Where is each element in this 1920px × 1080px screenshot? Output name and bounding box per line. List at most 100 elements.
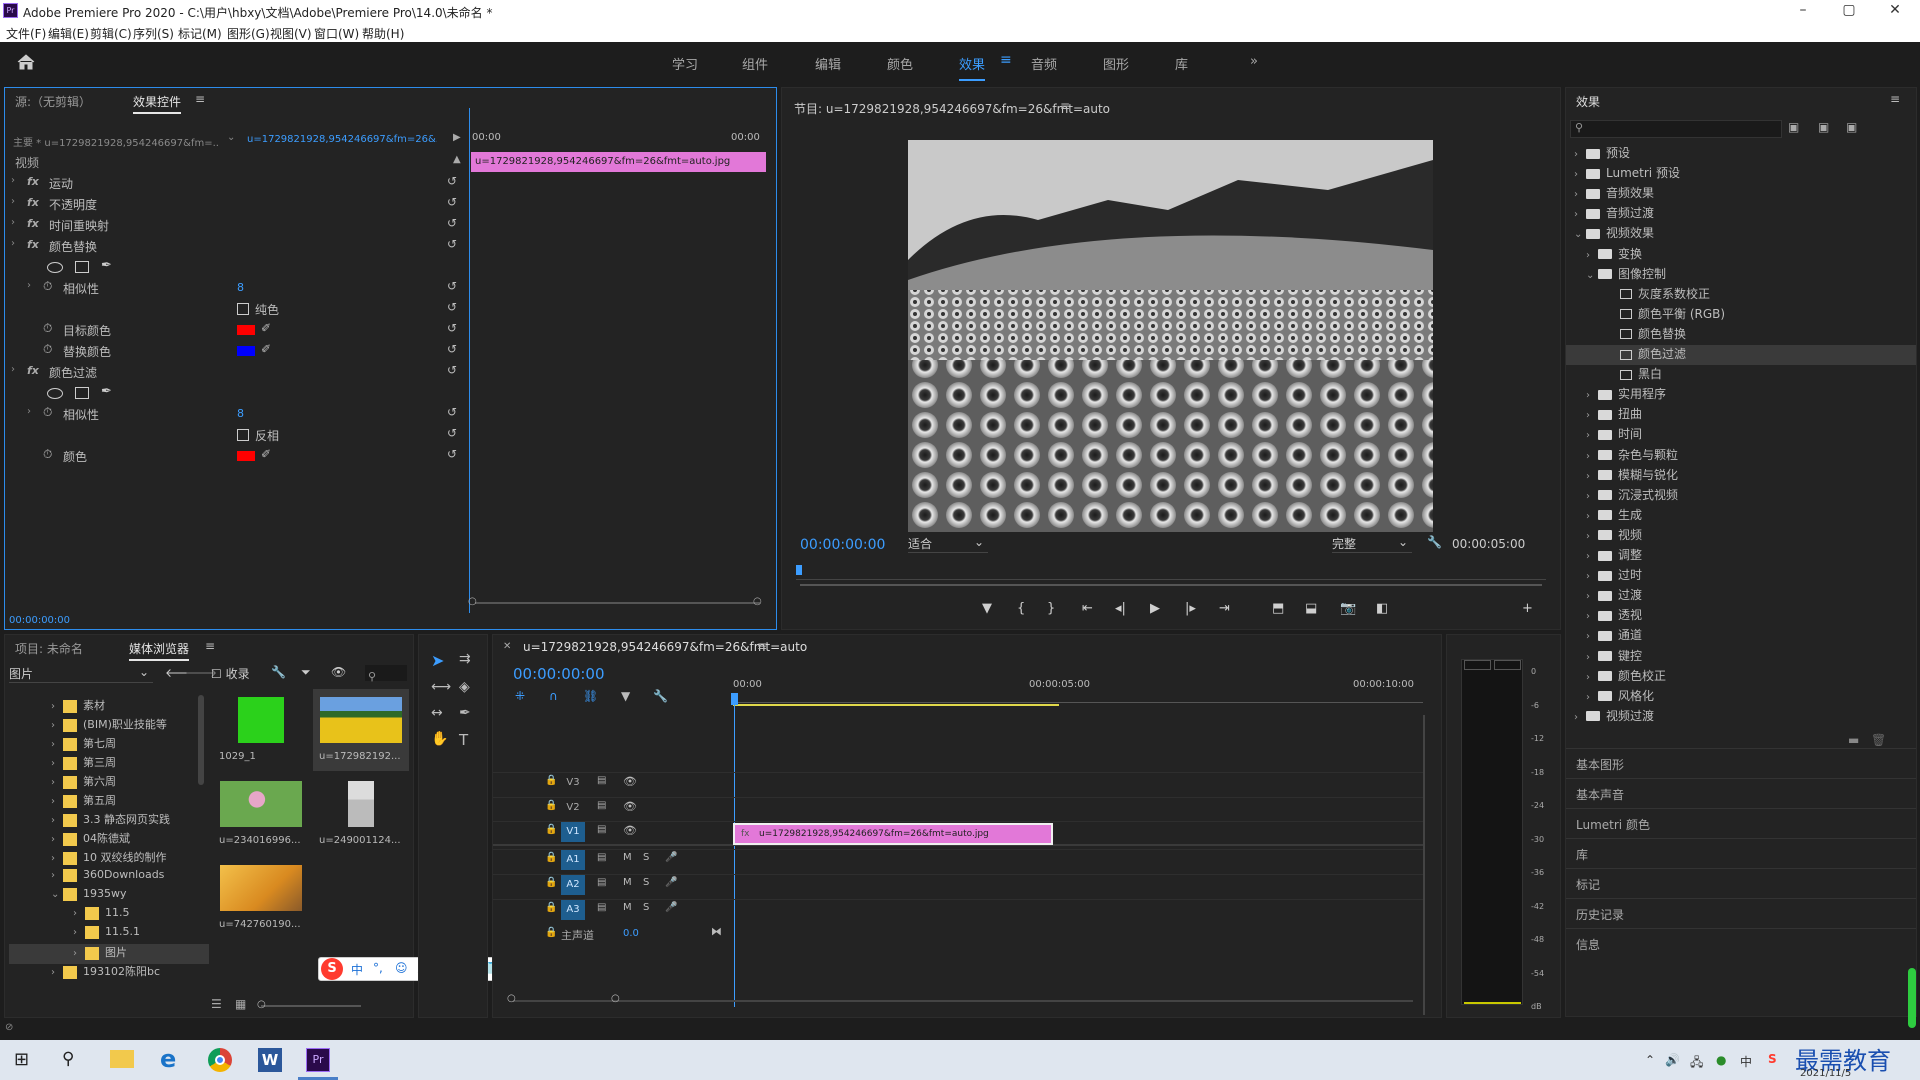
32bit-effects-icon[interactable]: ▣ bbox=[1818, 120, 1829, 134]
wrench-icon[interactable]: 🔧 bbox=[1427, 535, 1442, 549]
close-sequence-icon[interactable]: ✕ bbox=[503, 641, 511, 652]
sogou-ime-icon[interactable]: S bbox=[321, 958, 343, 980]
effects-tree-item[interactable]: › 杂色与颗粒 bbox=[1566, 446, 1916, 466]
extract-icon[interactable]: ⬓ bbox=[1305, 601, 1317, 616]
media-folder-item[interactable]: › 图片 bbox=[9, 944, 209, 964]
rectangle-mask-icon[interactable] bbox=[75, 387, 89, 399]
search-icon[interactable]: ⚲ bbox=[62, 1049, 74, 1069]
effects-tree-item[interactable]: › 时间 bbox=[1566, 425, 1916, 445]
eye-icon[interactable]: 👁 bbox=[623, 775, 637, 788]
media-folder-item[interactable]: › 第三周 bbox=[9, 754, 209, 774]
track-target[interactable]: V2 bbox=[561, 798, 585, 818]
tray-chevron-up-icon[interactable]: ⌃ bbox=[1645, 1053, 1655, 1067]
workspace-tab[interactable]: 音频 bbox=[1031, 54, 1057, 73]
comparison-view-icon[interactable]: ◧ bbox=[1376, 601, 1388, 616]
reset-icon[interactable]: ↺ bbox=[447, 174, 457, 188]
ec-timecode[interactable]: 00:00:00:00 bbox=[9, 615, 70, 626]
workspace-tab[interactable]: 库 bbox=[1175, 54, 1188, 73]
effects-tree-item[interactable]: › 视频 bbox=[1566, 526, 1916, 546]
menu-item[interactable]: 标记(M) bbox=[178, 25, 222, 42]
reset-icon[interactable]: ↺ bbox=[447, 237, 457, 251]
media-thumbnail[interactable]: u=172982192... bbox=[313, 689, 409, 771]
close-icon[interactable]: ✕ bbox=[1880, 2, 1910, 18]
zoom-handle-left[interactable]: ○ bbox=[468, 596, 477, 607]
wrench-icon[interactable]: 🔧 bbox=[271, 665, 286, 679]
tab-effect-controls[interactable]: 效果控件 bbox=[133, 93, 182, 114]
premiere-taskbar-icon[interactable]: Pr bbox=[306, 1048, 330, 1072]
panel-section[interactable]: 标记 bbox=[1576, 876, 1600, 893]
program-scrollbar[interactable] bbox=[800, 584, 1542, 586]
expand-arrow-icon[interactable]: › bbox=[11, 238, 15, 249]
trash-icon[interactable]: 🗑 bbox=[1871, 733, 1886, 747]
media-folder-item[interactable]: › 193102陈阳bc bbox=[9, 963, 209, 983]
reset-icon[interactable]: ↺ bbox=[447, 342, 457, 356]
fx-icon[interactable]: fx bbox=[27, 217, 39, 230]
chevron-down-icon[interactable]: ⌄ bbox=[227, 132, 235, 143]
effects-tree-item[interactable]: › 模糊与锐化 bbox=[1566, 466, 1916, 486]
view-eye-icon[interactable]: 👁 bbox=[331, 665, 346, 679]
effects-tree-item[interactable]: › 实用程序 bbox=[1566, 385, 1916, 405]
timeline-ruler[interactable] bbox=[733, 693, 1423, 703]
lock-icon[interactable]: 🔒 bbox=[545, 877, 557, 888]
go-to-out-icon[interactable]: ⇥ bbox=[1219, 601, 1230, 616]
scroll-handle-right[interactable]: ○ bbox=[611, 993, 620, 1004]
panel-section[interactable]: 历史记录 bbox=[1576, 906, 1624, 923]
media-folder-item[interactable]: › 第六周 bbox=[9, 773, 209, 793]
workspace-tab[interactable]: 颜色 bbox=[887, 54, 913, 73]
effects-tree-item[interactable]: 颜色替换 bbox=[1566, 325, 1916, 345]
maximize-icon[interactable]: ▢ bbox=[1834, 2, 1864, 18]
effect-row[interactable]: ✒ bbox=[5, 383, 465, 403]
go-to-in-icon[interactable]: ⇤ bbox=[1082, 601, 1093, 616]
workspace-tab[interactable]: 组件 bbox=[742, 54, 768, 73]
lock-icon[interactable]: 🔒 bbox=[545, 852, 557, 863]
ellipse-mask-icon[interactable] bbox=[47, 388, 63, 399]
timeline-timecode[interactable]: 00:00:00:00 bbox=[513, 665, 605, 683]
sync-lock-icon[interactable]: ▤ bbox=[597, 877, 606, 888]
stopwatch-icon[interactable]: ⏱ bbox=[43, 321, 52, 336]
media-search-input[interactable]: ⚲ bbox=[365, 665, 407, 683]
sync-lock-icon[interactable]: ▤ bbox=[597, 902, 606, 913]
effects-tree-item[interactable]: › Lumetri 预设 bbox=[1566, 164, 1916, 184]
timeline-playhead-line[interactable] bbox=[734, 705, 735, 1007]
hand-tool-icon[interactable]: ✋ bbox=[431, 731, 448, 747]
effects-tree-item[interactable]: 颜色过滤 bbox=[1566, 345, 1916, 365]
type-tool-icon[interactable]: T bbox=[459, 731, 468, 749]
effects-tree-item[interactable]: › 变换 bbox=[1566, 245, 1916, 265]
ime-button[interactable]: ☺ bbox=[395, 961, 408, 975]
word-icon[interactable]: W bbox=[258, 1048, 282, 1072]
media-folder-item[interactable]: › 第五周 bbox=[9, 792, 209, 812]
reset-icon[interactable]: ↺ bbox=[447, 321, 457, 335]
track-target[interactable]: V3 bbox=[561, 773, 585, 793]
effect-row[interactable]: › fx 颜色过滤 ↺ bbox=[5, 362, 465, 382]
track-target[interactable]: A2 bbox=[561, 875, 585, 895]
ec-clip-bar[interactable]: u=1729821928,954246697&fm=26&fmt=auto.jp… bbox=[471, 152, 766, 172]
effects-tree-item[interactable]: › 过时 bbox=[1566, 566, 1916, 586]
timeline-playhead-handle[interactable] bbox=[731, 693, 738, 705]
reset-icon[interactable]: ↺ bbox=[447, 216, 457, 230]
media-folder-item[interactable]: ⌄ 1935wy bbox=[9, 887, 209, 907]
lock-icon[interactable]: 🔒 bbox=[545, 800, 557, 811]
slip-tool-icon[interactable]: ↔ bbox=[431, 705, 443, 721]
zoom-handle-right[interactable]: ○ bbox=[753, 596, 762, 607]
color-swatch[interactable] bbox=[237, 325, 255, 335]
reset-icon[interactable]: ↺ bbox=[447, 363, 457, 377]
panel-section[interactable]: 信息 bbox=[1576, 936, 1600, 953]
pen-mask-icon[interactable]: ✒ bbox=[101, 384, 112, 399]
workspace-tab[interactable]: 学习 bbox=[672, 54, 698, 73]
menu-item[interactable]: 帮助(H) bbox=[362, 25, 404, 42]
menu-item[interactable]: 文件(F) bbox=[6, 25, 46, 42]
step-back-icon[interactable]: ◂| bbox=[1115, 601, 1126, 616]
microphone-icon[interactable]: 🎤 bbox=[665, 877, 677, 888]
program-playhead[interactable] bbox=[796, 565, 802, 575]
panel-section[interactable]: 库 bbox=[1576, 846, 1588, 863]
panel-section[interactable]: 基本图形 bbox=[1576, 756, 1624, 773]
program-timecode[interactable]: 00:00:00:00 bbox=[800, 537, 885, 553]
effects-tree-item[interactable]: › 键控 bbox=[1566, 647, 1916, 667]
menu-item[interactable]: 图形(G) bbox=[227, 25, 270, 42]
reset-icon[interactable]: ↺ bbox=[447, 405, 457, 419]
param-value[interactable]: 8 bbox=[237, 407, 244, 420]
lift-icon[interactable]: ⬒ bbox=[1272, 601, 1284, 616]
color-swatch[interactable] bbox=[237, 451, 255, 461]
media-folder-item[interactable]: › 360Downloads bbox=[9, 868, 209, 888]
effect-row[interactable]: ⏱ 目标颜色 ✐ ↺ bbox=[5, 320, 465, 340]
